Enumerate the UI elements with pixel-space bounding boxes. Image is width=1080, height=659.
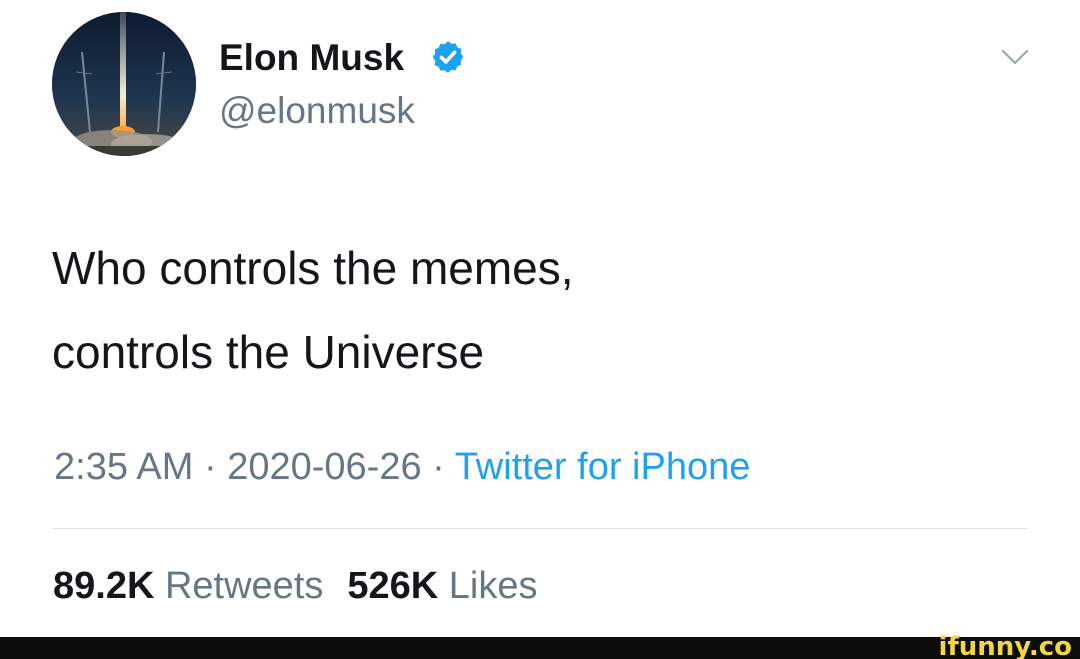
- chevron-down-icon[interactable]: [1000, 46, 1030, 68]
- retweets-count: 89.2K: [53, 565, 155, 607]
- tweet-date[interactable]: 2020-06-26: [227, 446, 421, 488]
- divider: [52, 528, 1028, 529]
- tweet-text-line: Who controls the memes,: [52, 242, 574, 294]
- avatar[interactable]: [52, 12, 196, 156]
- separator: ·: [432, 446, 445, 488]
- watermark-bar: ifunny.co: [0, 633, 1080, 659]
- tweet-source-link[interactable]: Twitter for iPhone: [455, 446, 751, 488]
- tweet-screenshot: Elon Musk @elonmusk Who controls the mem…: [0, 0, 1080, 659]
- likes-stat[interactable]: 526K Likes: [347, 565, 537, 607]
- tweet-text: Who controls the memes, controls the Uni…: [52, 226, 574, 394]
- tweet-metadata: 2:35 AM · 2020-06-26 · Twitter for iPhon…: [54, 444, 750, 490]
- separator: ·: [203, 446, 217, 488]
- retweets-label: Retweets: [164, 565, 324, 607]
- ifunny-watermark: ifunny.co: [938, 632, 1072, 659]
- engagement-stats: 89.2K Retweets 526K Likes: [53, 563, 538, 609]
- tweet-text-line: controls the Universe: [52, 326, 485, 378]
- display-name[interactable]: Elon Musk: [219, 36, 404, 80]
- username-handle[interactable]: @elonmusk: [219, 89, 415, 133]
- likes-count: 526K: [347, 565, 439, 607]
- likes-label: Likes: [448, 565, 538, 607]
- tweet-time[interactable]: 2:35 AM: [54, 446, 193, 488]
- verified-badge-icon: [432, 41, 464, 73]
- retweets-stat[interactable]: 89.2K Retweets: [53, 565, 323, 607]
- rocket-launch-avatar-icon: [52, 12, 196, 156]
